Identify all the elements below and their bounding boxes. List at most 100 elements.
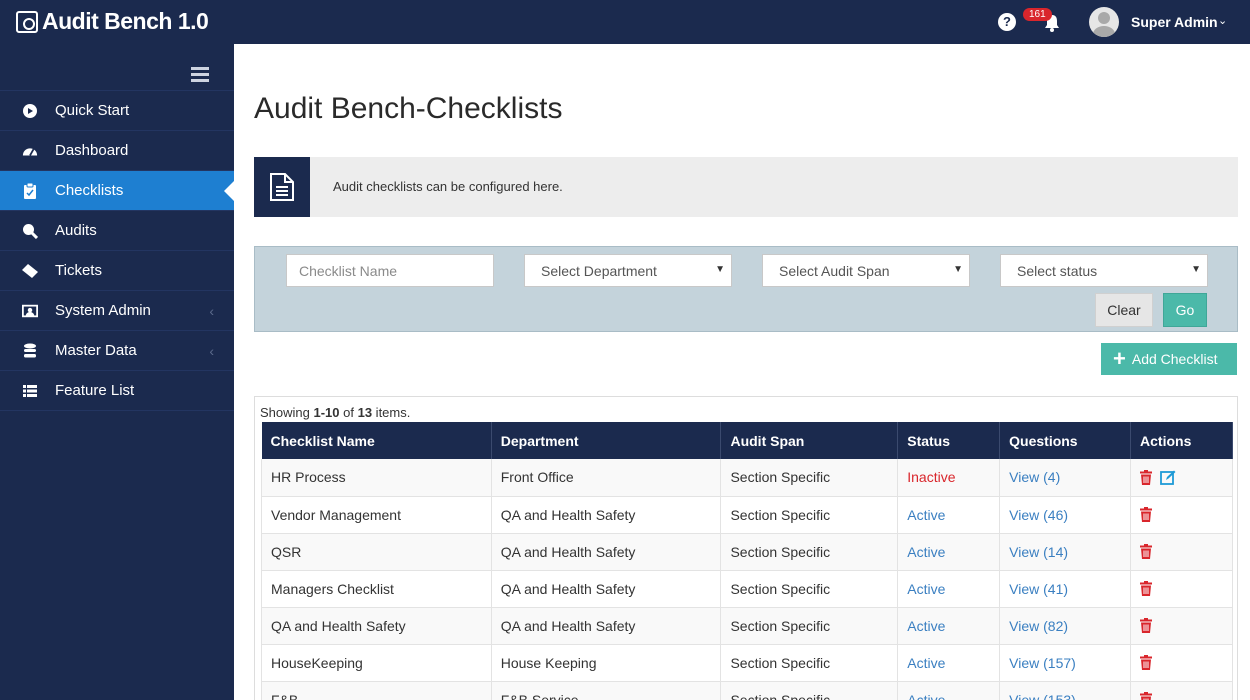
view-questions-link[interactable]: View (46) bbox=[1009, 507, 1068, 523]
department-select[interactable]: Select Department ▼ bbox=[524, 254, 732, 287]
table-row: HR Process Front Office Section Specific In… bbox=[261, 459, 1233, 497]
brand-logo-icon bbox=[16, 10, 38, 33]
database-icon bbox=[22, 343, 38, 359]
cell-checklist-name: F&B bbox=[261, 681, 492, 700]
sidebar-item-tickets[interactable]: Tickets bbox=[0, 251, 234, 291]
sidebar-item-system-admin[interactable]: System Admin ‹ bbox=[0, 291, 234, 331]
summary-suffix: items. bbox=[372, 405, 411, 420]
document-icon bbox=[254, 157, 310, 217]
caret-down-icon: ▼ bbox=[1191, 264, 1201, 275]
caret-down-icon: ▼ bbox=[715, 264, 725, 275]
table-header-row: Checklist Name Department Audit Span Sta… bbox=[261, 422, 1233, 459]
status-label: Active bbox=[907, 654, 946, 671]
summary-of: of bbox=[339, 405, 358, 420]
sidebar: Quick Start Dashboard Checklists Audits … bbox=[0, 44, 235, 700]
cell-department: House Keeping bbox=[490, 644, 722, 682]
cell-department: F&B Service bbox=[490, 681, 722, 700]
cell-audit-span: Section Specific bbox=[720, 496, 899, 534]
checklist-table: Checklist Name Department Audit Span Sta… bbox=[261, 422, 1233, 700]
avatar[interactable] bbox=[1089, 7, 1119, 37]
sidebar-item-feature-list[interactable]: Feature List bbox=[0, 371, 234, 411]
cell-department: QA and Health Safety bbox=[490, 533, 722, 571]
view-questions-link[interactable]: View (153) bbox=[1009, 692, 1076, 700]
cell-checklist-name: QSR bbox=[261, 533, 492, 571]
view-questions-link[interactable]: View (4) bbox=[1009, 469, 1060, 485]
list-icon bbox=[22, 383, 38, 399]
column-header-department[interactable]: Department bbox=[491, 422, 722, 459]
brand[interactable]: Audit Bench 1.0 bbox=[16, 8, 209, 35]
page-title: Audit Bench-Checklists bbox=[254, 92, 563, 125]
sidebar-item-checklists[interactable]: Checklists bbox=[0, 171, 235, 211]
table-row: HouseKeeping House Keeping Section Specifi… bbox=[261, 644, 1233, 682]
cell-actions bbox=[1130, 607, 1233, 645]
table-row: Vendor Management QA and Health Safety Sec… bbox=[261, 496, 1233, 534]
column-header-audit-span[interactable]: Audit Span bbox=[720, 422, 899, 459]
cell-status: Active bbox=[897, 570, 1001, 608]
cell-checklist-name: HouseKeeping bbox=[261, 644, 492, 682]
user-name[interactable]: Super Admin bbox=[1131, 14, 1218, 30]
sidebar-item-audits[interactable]: Audits bbox=[0, 211, 234, 251]
trash-icon[interactable] bbox=[1140, 581, 1153, 596]
cell-actions bbox=[1130, 533, 1233, 571]
chevron-down-icon[interactable]: ⌄ bbox=[1218, 14, 1227, 27]
cell-questions: View (46) bbox=[999, 496, 1132, 534]
cell-status: Active bbox=[897, 644, 1001, 682]
edit-icon[interactable] bbox=[1160, 470, 1176, 485]
info-text: Audit checklists can be configured here. bbox=[333, 179, 563, 194]
view-questions-link[interactable]: View (82) bbox=[1009, 618, 1068, 634]
cell-department: QA and Health Safety bbox=[490, 607, 722, 645]
top-navbar: Audit Bench 1.0 ? 161 Super Admin ⌄ bbox=[0, 0, 1250, 44]
checklist-name-input[interactable] bbox=[286, 254, 494, 287]
audit-span-select[interactable]: Select Audit Span ▼ bbox=[762, 254, 970, 287]
cell-questions: View (14) bbox=[999, 533, 1132, 571]
trash-icon[interactable] bbox=[1140, 469, 1153, 485]
cell-questions: View (82) bbox=[999, 607, 1132, 645]
status-label: Inactive bbox=[907, 469, 956, 486]
add-checklist-button[interactable]: + Add Checklist bbox=[1101, 343, 1237, 375]
table-row: F&B F&B Service Section Specific Active View… bbox=[261, 681, 1233, 700]
clipboard-icon bbox=[22, 182, 38, 199]
view-questions-link[interactable]: View (41) bbox=[1009, 581, 1068, 597]
cell-questions: View (41) bbox=[999, 570, 1132, 608]
help-icon[interactable]: ? bbox=[998, 13, 1016, 31]
plus-icon: + bbox=[1113, 346, 1126, 371]
audit-span-select-value: Select Audit Span bbox=[779, 263, 890, 279]
column-header-actions: Actions bbox=[1130, 422, 1233, 459]
cell-status: Active bbox=[897, 533, 1001, 571]
sidebar-item-label: Checklists bbox=[55, 182, 124, 199]
cell-department: QA and Health Safety bbox=[490, 496, 722, 534]
brand-title: Audit Bench 1.0 bbox=[42, 8, 209, 34]
cell-checklist-name: QA and Health Safety bbox=[261, 607, 492, 645]
column-header-checklist-name[interactable]: Checklist Name bbox=[261, 422, 492, 459]
view-questions-link[interactable]: View (157) bbox=[1009, 655, 1076, 671]
checklist-grid: Showing 1-10 of 13 items. Checklist Name… bbox=[254, 396, 1238, 700]
sidebar-item-master-data[interactable]: Master Data ‹ bbox=[0, 331, 234, 371]
sidebar-item-quick-start[interactable]: Quick Start bbox=[0, 91, 234, 131]
status-label: Active bbox=[907, 580, 946, 597]
trash-icon[interactable] bbox=[1140, 507, 1153, 522]
status-select[interactable]: Select status ▼ bbox=[1000, 254, 1208, 287]
main-content: Audit Bench-Checklists Audit checklists … bbox=[234, 44, 1250, 700]
sidebar-item-label: Audits bbox=[55, 222, 97, 239]
trash-icon[interactable] bbox=[1140, 655, 1153, 670]
cell-status: Active bbox=[897, 496, 1001, 534]
clear-button[interactable]: Clear bbox=[1095, 293, 1153, 327]
chevron-left-icon: ‹ bbox=[209, 303, 214, 319]
hamburger-menu-icon[interactable] bbox=[191, 67, 209, 85]
table-row: Managers Checklist QA and Health Safety Se… bbox=[261, 570, 1233, 608]
cell-audit-span: Section Specific bbox=[720, 644, 899, 682]
add-checklist-label: Add Checklist bbox=[1131, 351, 1218, 367]
trash-icon[interactable] bbox=[1140, 544, 1153, 559]
ticket-icon bbox=[22, 263, 38, 279]
go-button[interactable]: Go bbox=[1163, 293, 1207, 327]
view-questions-link[interactable]: View (14) bbox=[1009, 544, 1068, 560]
cell-actions bbox=[1130, 644, 1233, 682]
sidebar-item-dashboard[interactable]: Dashboard bbox=[0, 131, 234, 171]
summary-range: 1-10 bbox=[313, 405, 340, 420]
trash-icon[interactable] bbox=[1140, 692, 1153, 700]
cell-audit-span: Section Specific bbox=[720, 681, 899, 700]
column-header-status[interactable]: Status bbox=[897, 422, 1001, 459]
sidebar-item-label: Quick Start bbox=[55, 102, 130, 119]
sidebar-header bbox=[0, 44, 234, 91]
trash-icon[interactable] bbox=[1140, 618, 1153, 633]
